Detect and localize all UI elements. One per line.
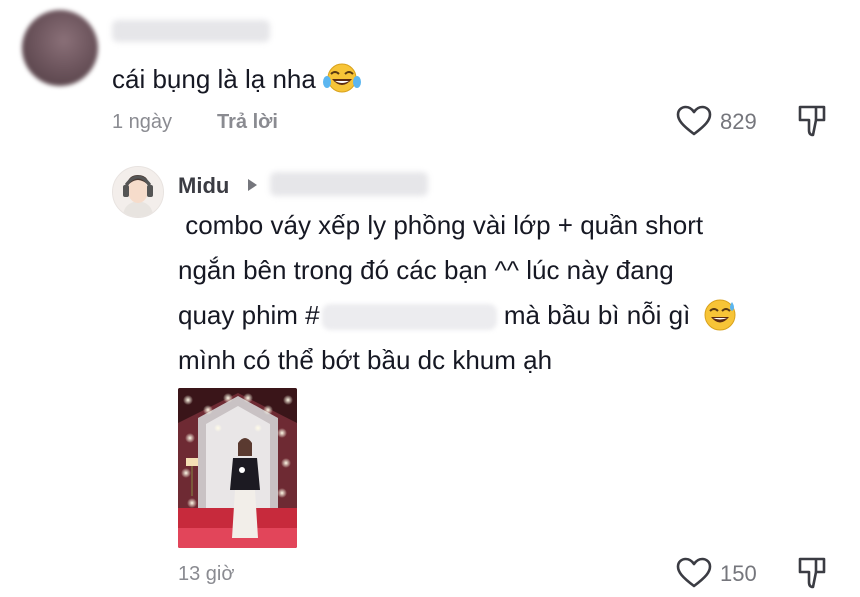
reply-username[interactable]: Midu [178, 173, 229, 199]
reply-timestamp: 13 giờ [178, 563, 235, 585]
reply-button[interactable]: Trả lời [217, 111, 278, 134]
heart-icon[interactable] [676, 105, 712, 137]
caret-right-icon [248, 179, 257, 191]
reply-line-3: quay phim # mà bầu bì nỗi gì [178, 293, 738, 338]
reply-line-3-suffix: mà bầu bì nỗi gì [503, 300, 691, 330]
comment-text: cái bụng là lạ nha [112, 62, 362, 96]
comment-text-content: cái bụng là lạ nha [112, 64, 316, 94]
heart-icon[interactable] [676, 557, 712, 589]
dislike-icon[interactable] [795, 104, 829, 138]
laughing-tears-emoji-icon [323, 63, 362, 93]
sweat-smile-emoji-icon [704, 299, 736, 331]
reply-avatar[interactable] [112, 166, 164, 218]
hashtag-prefix[interactable]: quay phim # [178, 300, 320, 330]
reply-photo-image [178, 388, 297, 548]
reply-avatar-image [113, 167, 163, 217]
commenter-avatar[interactable] [22, 10, 98, 86]
reply-like-count: 150 [720, 561, 757, 586]
reply-line-1: combo váy xếp ly phồng vài lớp + quần sh… [178, 210, 704, 240]
replied-to-name-blurred[interactable] [270, 172, 428, 196]
comment-timestamp: 1 ngày [112, 111, 173, 133]
reply-attached-photo[interactable] [178, 388, 297, 548]
dislike-icon[interactable] [795, 556, 829, 590]
reply-line-2: ngắn bên trong đó các bạn ^^ lúc này đan… [178, 255, 674, 285]
commenter-name-blurred[interactable] [112, 20, 270, 42]
hashtag-blurred[interactable] [321, 304, 497, 331]
like-count: 829 [720, 109, 757, 134]
reply-text: combo váy xếp ly phồng vài lớp + quần sh… [178, 203, 738, 383]
reply-line-4: mình có thể bớt bầu dc khum ạh [178, 345, 553, 375]
